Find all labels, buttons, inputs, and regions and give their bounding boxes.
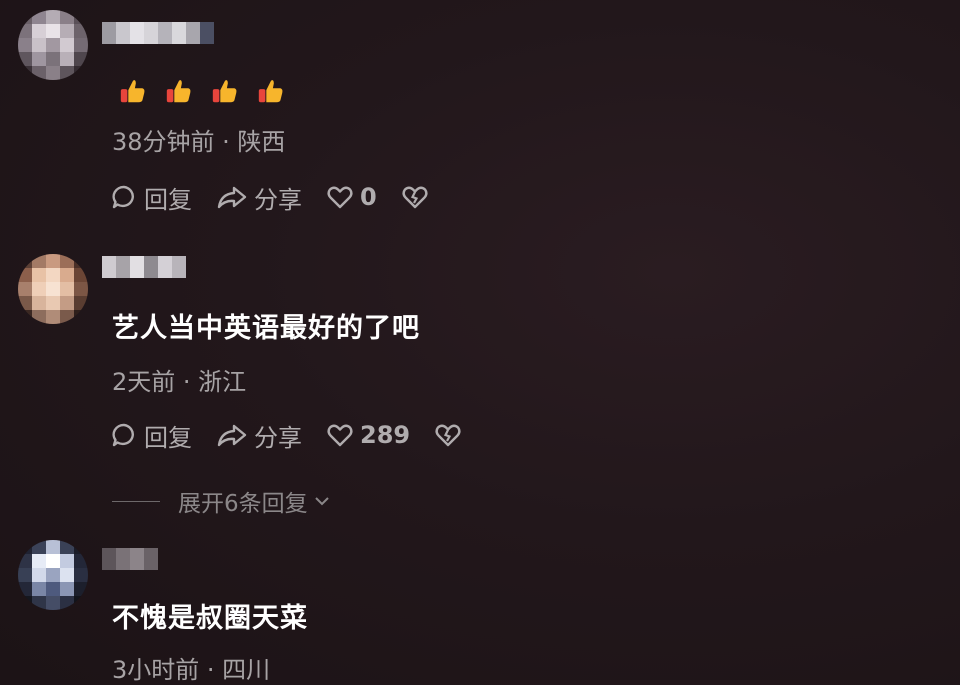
dislike-button[interactable]: [401, 183, 435, 211]
expand-replies-label: 展开6条回复: [178, 491, 308, 517]
avatar[interactable]: [18, 10, 88, 80]
speech-bubble-icon: [112, 423, 134, 447]
username-pixelated[interactable]: [102, 256, 186, 278]
share-arrow-icon: [217, 186, 247, 209]
username-pixelated[interactable]: [102, 548, 158, 570]
comment-meta: 2天前 · 浙江: [112, 368, 247, 396]
share-arrow-icon: [217, 424, 247, 447]
heart-icon: [327, 186, 353, 209]
like-count: 0: [360, 183, 377, 211]
share-button[interactable]: 分享: [216, 418, 302, 453]
action-bar: 回复 分享 0: [110, 180, 459, 214]
like-count: 289: [360, 421, 411, 449]
comment-text: 不愧是叔圈天菜: [112, 603, 308, 634]
action-bar: 回复 分享 289: [110, 418, 492, 452]
emoji-row: [118, 76, 302, 106]
like-button[interactable]: 289: [326, 421, 410, 449]
speech-bubble-icon: [112, 185, 134, 209]
dislike-button[interactable]: [434, 421, 468, 449]
thumbs-up-icon: [166, 80, 191, 103]
comment-meta: 38分钟前 · 陕西: [112, 128, 286, 156]
divider: [112, 500, 160, 502]
reply-label: 回复: [144, 185, 192, 214]
like-button[interactable]: 0: [326, 183, 377, 211]
reply-label: 回复: [144, 423, 192, 452]
expand-replies-button[interactable]: 展开6条回复: [112, 484, 332, 518]
comment-text: 艺人当中英语最好的了吧: [112, 313, 420, 344]
reply-button[interactable]: 回复: [110, 180, 192, 215]
chevron-down-icon: [314, 497, 329, 506]
share-label: 分享: [254, 423, 302, 452]
avatar[interactable]: [18, 540, 88, 610]
share-button[interactable]: 分享: [216, 180, 302, 215]
thumbs-up-icon: [120, 80, 145, 103]
broken-heart-icon: [435, 424, 461, 447]
username-pixelated[interactable]: [102, 22, 214, 44]
thumbs-up-icon: [258, 80, 283, 103]
heart-icon: [327, 424, 353, 447]
share-label: 分享: [254, 185, 302, 214]
avatar[interactable]: [18, 254, 88, 324]
thumbs-up-icon: [212, 80, 237, 103]
broken-heart-icon: [402, 186, 428, 209]
reply-button[interactable]: 回复: [110, 418, 192, 453]
